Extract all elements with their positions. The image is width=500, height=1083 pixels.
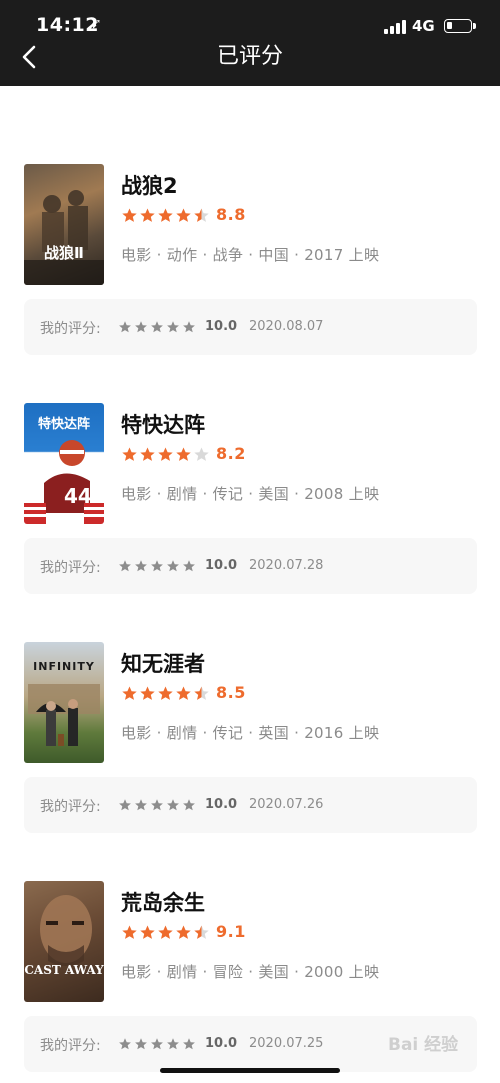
page-title: 已评分	[216, 44, 283, 69]
movie-meta: 电影 · 动作 · 战争 · 中国 · 2017 上映	[121, 246, 380, 264]
battery-low-icon	[444, 19, 476, 33]
list-item[interactable]: 44 特快达阵 特快达阵 8.2 电影 · 剧情 · 传记 · 美国 · 200…	[0, 403, 500, 618]
my-rating-box[interactable]: 我的评分: 10.0 2020.08.07	[24, 299, 477, 355]
rating-score: 8.2	[216, 444, 246, 463]
my-rating-date: 2020.07.25	[249, 1036, 324, 1051]
poster-title: CAST AWAY	[24, 963, 104, 977]
my-rating-label: 我的评分:	[40, 799, 101, 815]
my-rating-score: 10.0	[205, 558, 238, 573]
my-rating-box[interactable]: 我的评分: 10.0 2020.07.26	[24, 777, 477, 833]
poster-art-icon	[40, 895, 92, 966]
signal-icon	[384, 20, 406, 34]
poster-title: 战狼Ⅱ	[44, 244, 84, 262]
rating-stars-icon	[122, 447, 209, 461]
my-rating-date: 2020.07.26	[249, 797, 324, 812]
my-rating-score: 10.0	[205, 797, 238, 812]
my-rating-date: 2020.07.28	[249, 558, 324, 573]
rating-stars-icon	[122, 925, 209, 939]
movie-title[interactable]: 战狼2	[121, 170, 178, 200]
status-bar: 14:12 ➹ 4G	[0, 0, 500, 44]
movie-poster[interactable]: 战狼Ⅱ	[24, 164, 104, 285]
location-arrow-icon: ➹	[90, 16, 102, 32]
nav-bar: 已评分	[0, 44, 500, 86]
movie-meta: 电影 · 剧情 · 传记 · 英国 · 2016 上映	[121, 724, 380, 742]
home-indicator[interactable]	[160, 1068, 340, 1073]
my-rating-stars-icon	[119, 321, 195, 333]
my-rating-label: 我的评分:	[40, 321, 101, 337]
list-item[interactable]: INFINITY 知无涯者 8.5 电影 · 剧情 · 传记 · 英国 · 20…	[0, 642, 500, 857]
my-rating-score: 10.0	[205, 1036, 238, 1051]
rating-score: 8.5	[216, 683, 246, 702]
movie-poster[interactable]: INFINITY	[24, 642, 104, 763]
my-rating-box[interactable]: 我的评分: 10.0 2020.07.28	[24, 538, 477, 594]
my-rating-stars-icon	[119, 1038, 195, 1050]
movie-meta: 电影 · 剧情 · 传记 · 美国 · 2008 上映	[121, 485, 380, 503]
movie-poster[interactable]: CAST AWAY	[24, 881, 104, 1002]
movie-title[interactable]: 荒岛余生	[121, 887, 205, 917]
my-rating-score: 10.0	[205, 319, 238, 334]
poster-art-icon	[24, 190, 104, 285]
movie-title[interactable]: 特快达阵	[121, 409, 205, 439]
movie-poster[interactable]: 44 特快达阵	[24, 403, 104, 524]
list-item[interactable]: 战狼Ⅱ 战狼2 8.8 电影 · 动作 · 战争 · 中国 · 2017 上映 …	[0, 164, 500, 379]
network-type: 4G	[412, 17, 435, 35]
rating-stars-icon	[122, 208, 209, 222]
movie-meta: 电影 · 剧情 · 冒险 · 美国 · 2000 上映	[121, 963, 380, 981]
rating-stars-icon	[122, 686, 209, 700]
my-rating-stars-icon	[119, 560, 195, 572]
poster-title: INFINITY	[33, 660, 95, 673]
top-bar: 14:12 ➹ 4G 已评分	[0, 0, 500, 86]
rating-score: 8.8	[216, 205, 246, 224]
my-rating-label: 我的评分:	[40, 560, 101, 576]
movie-title[interactable]: 知无涯者	[121, 648, 205, 678]
my-rating-stars-icon	[119, 799, 195, 811]
poster-title: 特快达阵	[37, 417, 90, 432]
watermark: Bai 经验	[388, 1035, 459, 1055]
my-rating-label: 我的评分:	[40, 1038, 101, 1054]
rating-score: 9.1	[216, 922, 246, 941]
my-rating-date: 2020.08.07	[249, 319, 324, 334]
